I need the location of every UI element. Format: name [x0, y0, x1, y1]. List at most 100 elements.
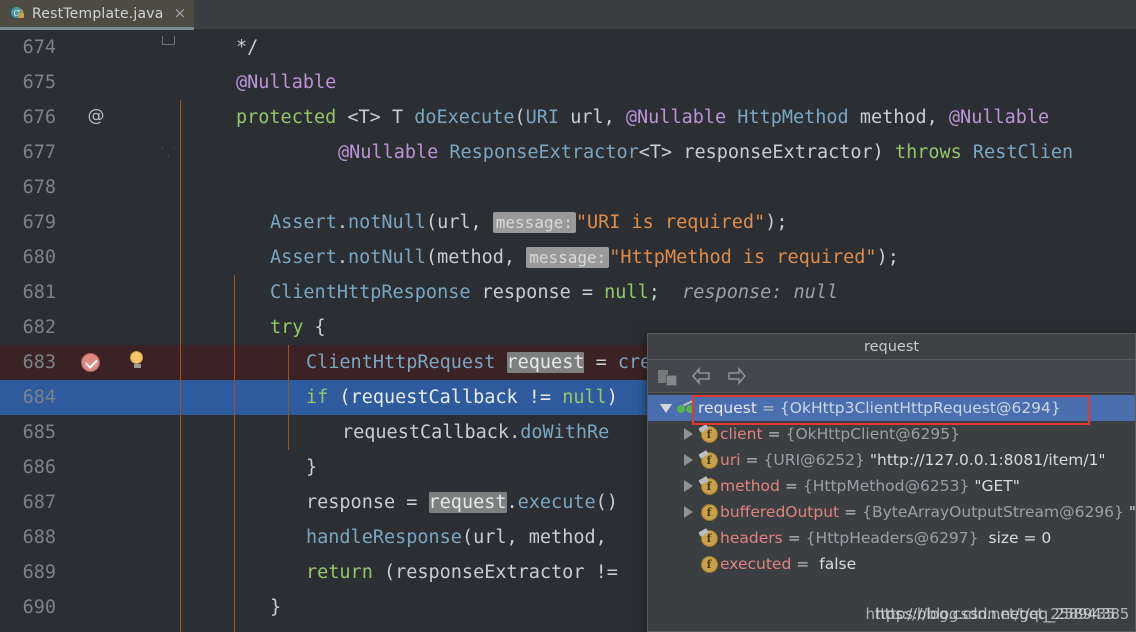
expand-toggle[interactable] [678, 428, 698, 440]
close-icon[interactable]: × [174, 6, 187, 21]
tree-row-method[interactable]: f method = {HttpMethod@6253} "GET" [648, 473, 1135, 499]
tree-row-bufferedoutput[interactable]: f bufferedOutput = {ByteArrayOutputStrea… [648, 499, 1135, 525]
debugger-variables-tree[interactable]: request = {OkHttp3ClientHttpRequest@6294… [648, 393, 1135, 631]
line-number: 679 [22, 212, 56, 233]
chevron-right-icon [683, 428, 693, 440]
code-line-675: 675 @Nullable [0, 65, 1136, 100]
fold-region[interactable] [122, 30, 178, 65]
copy-frame-icon[interactable] [658, 369, 677, 386]
gutter-icons[interactable] [66, 240, 122, 275]
token-method-param: method [859, 107, 927, 128]
token-execute-method: execute [517, 492, 596, 513]
indent-guide [180, 100, 181, 632]
variable-name: headers [720, 529, 783, 547]
variable-value: "GET" [974, 477, 1020, 495]
line-number: 689 [22, 562, 56, 583]
fold-end-icon[interactable] [162, 36, 175, 45]
variable-ref: {ByteArrayOutputStream@6296} [862, 503, 1124, 521]
gutter-icons[interactable] [66, 205, 122, 240]
fold-collapse-icon[interactable] [162, 147, 175, 156]
token-notnull-method: notNull [347, 212, 426, 233]
gutter-icons[interactable] [66, 30, 122, 65]
code-line-681: 681 ClientHttpResponse response = null; … [0, 275, 1136, 310]
gutter-icons[interactable] [66, 345, 122, 380]
gutter-icons[interactable] [66, 415, 122, 450]
fold-region[interactable] [122, 205, 178, 240]
arrow-left-icon[interactable] [690, 366, 712, 386]
popup-toolbar[interactable] [648, 360, 1135, 393]
gutter-icons[interactable] [66, 485, 122, 520]
popup-title: request [648, 334, 1135, 360]
gutter-icons[interactable] [66, 65, 122, 100]
fold-region[interactable] [122, 275, 178, 310]
variable-name: client [720, 425, 763, 443]
lightbulb-icon[interactable] [130, 351, 143, 368]
gutter-icons[interactable] [66, 310, 122, 345]
code-text: Assert. notNull(method, message: "HttpMeth… [270, 247, 899, 268]
fold-region[interactable] [122, 590, 178, 625]
gutter-icons[interactable] [66, 380, 122, 415]
editor-tab-bar: C RestTemplate.java × [0, 0, 1136, 30]
editor-tab-resttemplate[interactable]: C RestTemplate.java × [0, 0, 195, 30]
fold-region[interactable] [122, 415, 178, 450]
variable-value: "" [1129, 503, 1135, 521]
tree-row-executed[interactable]: f executed = false [648, 551, 1135, 577]
equals-sign: = [761, 399, 775, 417]
fold-region[interactable] [122, 170, 178, 205]
token-assert-type: Assert [270, 247, 337, 268]
fold-region[interactable] [122, 345, 178, 380]
tree-row-uri[interactable]: f uri = {URI@6252} "http://127.0.0.1:808… [648, 447, 1135, 473]
token-null: null [562, 387, 607, 408]
gutter-icons[interactable] [66, 135, 122, 170]
gutter-icons[interactable] [66, 520, 122, 555]
override-marker-icon[interactable]: @ [86, 106, 106, 126]
gutter-icons[interactable]: @ [66, 100, 122, 135]
token-type-t: T [391, 107, 404, 128]
field-final-icon: f [698, 477, 720, 495]
inline-debug-hint: response: null [682, 282, 839, 303]
field-icon: f [698, 503, 720, 521]
tree-row-request[interactable]: request = {OkHttp3ClientHttpRequest@6294… [648, 395, 1135, 421]
equals-sign: = [745, 451, 759, 469]
token-do-execute: doExecute [414, 107, 515, 128]
variable-ref: {URI@6252} [763, 451, 865, 469]
tree-row-client[interactable]: f client = {OkHttpClient@6295} [648, 421, 1135, 447]
line-number: 680 [22, 247, 56, 268]
watch-glasses-icon [676, 399, 698, 415]
fold-region[interactable] [122, 310, 178, 345]
breakpoint-icon[interactable] [81, 353, 100, 372]
gutter-icons[interactable] [66, 170, 122, 205]
gutter-icons[interactable] [66, 625, 122, 632]
debugger-value-popup[interactable]: request request = {OkHttp3ClientHttpRequ… [647, 333, 1136, 632]
gutter-icons[interactable] [66, 555, 122, 590]
variable-size: size = 0 [988, 529, 1052, 547]
gutter-icons[interactable] [66, 275, 122, 310]
fold-region[interactable] [122, 625, 178, 632]
token-generic: <T> [347, 107, 381, 128]
token-comment-close: */ [236, 37, 259, 58]
token-throws: throws [894, 142, 962, 163]
token-request-var-highlighted: request [428, 492, 507, 513]
tree-row-headers[interactable]: f headers = {HttpHeaders@6297} size = 0 [648, 525, 1135, 551]
fold-region[interactable] [122, 240, 178, 275]
gutter-icons[interactable] [66, 450, 122, 485]
token-clienthttprequest-type: ClientHttpRequest [306, 352, 496, 373]
variable-ref: {OkHttpClient@6295} [785, 425, 960, 443]
fold-region[interactable] [122, 555, 178, 590]
variable-ref: {HttpHeaders@6297} [805, 529, 979, 547]
fold-region[interactable] [122, 450, 178, 485]
fold-region[interactable] [122, 65, 178, 100]
expand-toggle[interactable] [678, 506, 698, 518]
fold-region[interactable] [122, 135, 178, 170]
fold-region[interactable] [122, 380, 178, 415]
expand-toggle[interactable] [678, 454, 698, 466]
fold-region[interactable] [122, 520, 178, 555]
arrow-right-icon[interactable] [726, 366, 748, 386]
equals-sign: = [784, 477, 798, 495]
param-hint-message: message: [492, 212, 576, 233]
gutter-icons[interactable] [66, 590, 122, 625]
fold-region[interactable] [122, 485, 178, 520]
fold-region[interactable] [122, 100, 178, 135]
expand-toggle[interactable] [656, 403, 676, 413]
expand-toggle[interactable] [678, 480, 698, 492]
